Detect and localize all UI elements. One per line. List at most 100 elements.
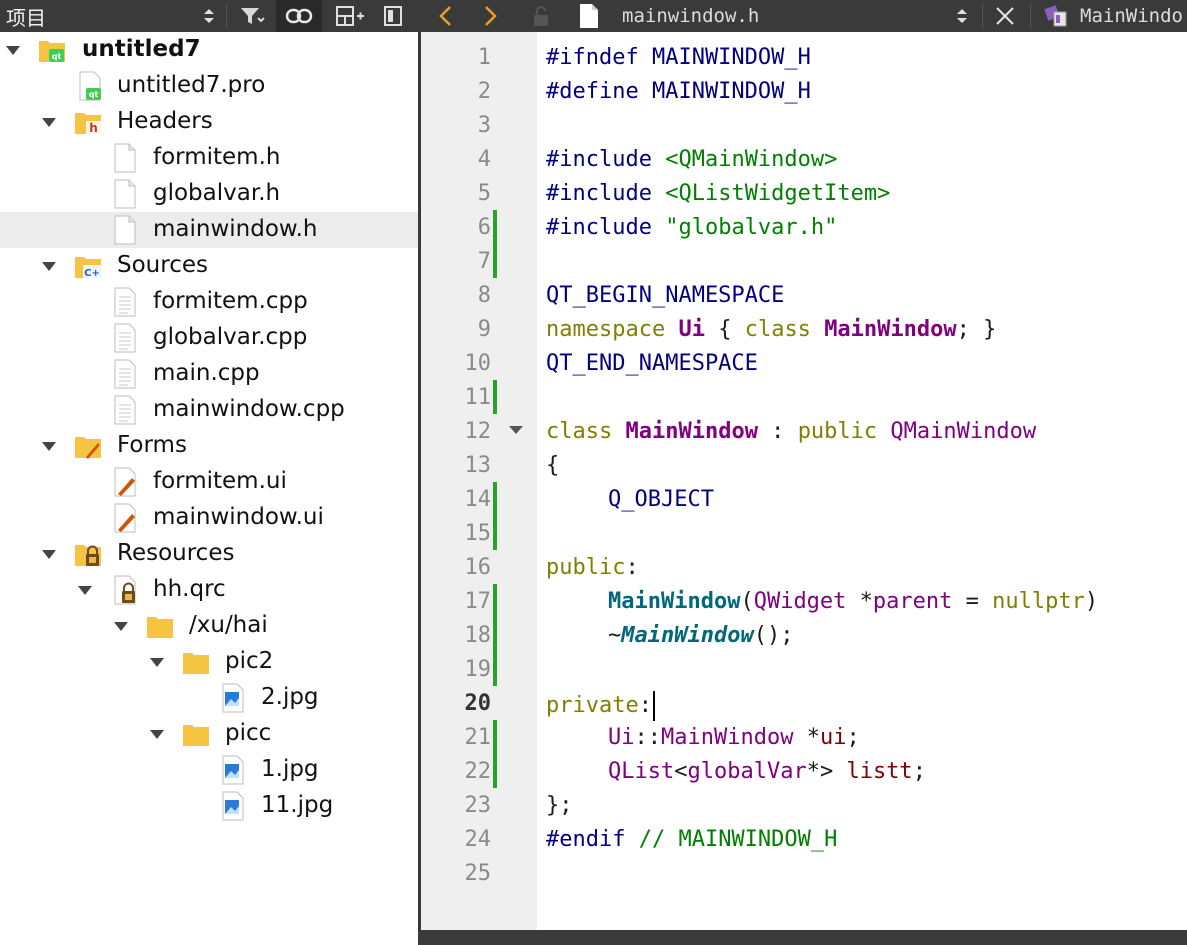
tree-item-pro-file[interactable]: qt untitled7.pro xyxy=(0,68,418,104)
line-number: 23 xyxy=(464,793,492,818)
tree-item-image-file[interactable]: 11.jpg xyxy=(0,788,418,824)
tree-item-prefix[interactable]: /xu/hai xyxy=(0,608,418,644)
change-marker xyxy=(493,584,497,618)
code-line: { xyxy=(546,453,560,478)
project-panel-toolbar: 项目 xyxy=(0,0,420,32)
line-number: 11 xyxy=(464,385,492,410)
line-number: 17 xyxy=(464,589,492,614)
line-number: 25 xyxy=(464,861,492,886)
line-number: 2 xyxy=(477,79,491,104)
tree-item-header-file[interactable]: formitem.h xyxy=(0,140,418,176)
forward-arrow-icon[interactable] xyxy=(476,0,506,32)
change-marker xyxy=(493,482,497,516)
expand-arrow-icon[interactable] xyxy=(42,118,56,127)
svg-text:C+: C+ xyxy=(84,268,100,279)
code-line: namespace Ui { class MainWindow; } xyxy=(546,317,997,342)
expand-arrow-icon[interactable] xyxy=(42,262,56,271)
expand-arrow-icon[interactable] xyxy=(78,586,92,595)
qrc-file-label: hh.qrc xyxy=(153,576,226,602)
line-number: 6 xyxy=(477,215,491,240)
header-file-label: mainwindow.h xyxy=(153,216,318,242)
code-line: Q_OBJECT xyxy=(608,487,714,512)
line-number: 14 xyxy=(464,487,492,512)
line-number: 13 xyxy=(464,453,492,478)
source-file-label: main.cpp xyxy=(153,360,260,386)
split-add-icon[interactable] xyxy=(330,0,370,32)
tree-item-header-file-selected[interactable]: mainwindow.h xyxy=(0,212,418,248)
source-file-label: globalvar.cpp xyxy=(153,324,308,350)
line-number: 8 xyxy=(477,283,491,308)
pro-file-label: untitled7.pro xyxy=(117,72,266,98)
tree-item-resources[interactable]: Resources xyxy=(0,536,418,572)
tree-item-image-file[interactable]: 2.jpg xyxy=(0,680,418,716)
fold-arrow-icon[interactable] xyxy=(509,426,523,434)
tree-item-form-file[interactable]: formitem.ui xyxy=(0,464,418,500)
expand-arrow-icon[interactable] xyxy=(42,550,56,559)
tree-item-source-file[interactable]: main.cpp xyxy=(0,356,418,392)
code-line: class MainWindow : public QMainWindow xyxy=(546,419,1037,444)
tree-item-folder[interactable]: pic2 xyxy=(0,644,418,680)
tree-item-folder[interactable]: picc xyxy=(0,716,418,752)
folder-icon xyxy=(183,653,209,674)
code-line: QT_END_NAMESPACE xyxy=(546,351,758,376)
class-symbol-icon xyxy=(1040,0,1072,32)
code-line: #include "globalvar.h" xyxy=(546,215,838,240)
tree-item-source-file[interactable]: formitem.cpp xyxy=(0,284,418,320)
file-selector-icon[interactable] xyxy=(950,0,974,32)
file-icon xyxy=(114,179,136,209)
panel-selector-icon[interactable] xyxy=(198,0,220,32)
document-icon xyxy=(576,0,602,32)
form-file-label: formitem.ui xyxy=(153,468,287,494)
code-line: QT_BEGIN_NAMESPACE xyxy=(546,283,785,308)
expand-arrow-icon[interactable] xyxy=(6,46,20,55)
code-line: public: xyxy=(546,555,639,580)
tree-item-sources[interactable]: C+ Sources xyxy=(0,248,418,284)
tree-item-headers[interactable]: h Headers xyxy=(0,104,418,140)
expand-arrow-icon[interactable] xyxy=(150,730,164,739)
change-marker xyxy=(493,210,497,244)
line-number: 4 xyxy=(477,147,491,172)
tree-item-source-file[interactable]: mainwindow.cpp xyxy=(0,392,418,428)
tree-item-header-file[interactable]: globalvar.h xyxy=(0,176,418,212)
link-icon[interactable] xyxy=(276,0,322,32)
close-sidebar-icon[interactable] xyxy=(378,0,408,32)
header-file-label: formitem.h xyxy=(153,144,281,170)
image-file-icon xyxy=(222,755,244,785)
forms-folder-icon xyxy=(75,437,101,459)
text-cursor xyxy=(652,691,655,721)
header-file-label: globalvar.h xyxy=(153,180,281,206)
code-line: QList<globalVar*> listt; xyxy=(608,759,926,784)
line-number: 19 xyxy=(464,657,492,682)
tree-item-form-file[interactable]: mainwindow.ui xyxy=(0,500,418,536)
code-line: Ui::MainWindow *ui; xyxy=(608,725,860,750)
filter-icon[interactable] xyxy=(234,0,270,32)
file-icon xyxy=(114,143,136,173)
code-line: #ifndef MAINWINDOW_H xyxy=(546,45,811,70)
change-marker xyxy=(493,244,497,278)
tree-item-forms[interactable]: Forms xyxy=(0,428,418,464)
line-number: 15 xyxy=(464,521,492,546)
source-file-icon xyxy=(114,359,136,389)
expand-arrow-icon[interactable] xyxy=(114,622,128,631)
line-number: 3 xyxy=(477,113,491,138)
tree-item-project[interactable]: qt untitled7 xyxy=(0,32,418,68)
ui-form-file-icon xyxy=(114,467,136,497)
image-file-label: 1.jpg xyxy=(261,756,319,782)
tree-item-source-file[interactable]: globalvar.cpp xyxy=(0,320,418,356)
folder-icon xyxy=(183,725,209,746)
symbol-selector[interactable]: MainWindo xyxy=(1080,0,1183,32)
tree-item-image-file[interactable]: 1.jpg xyxy=(0,752,418,788)
panel-title: 项目 xyxy=(6,5,46,30)
editor-status-bar xyxy=(421,930,1187,945)
file-icon xyxy=(114,215,136,245)
open-file-name[interactable]: mainwindow.h xyxy=(622,0,759,32)
code-line: #include <QMainWindow> xyxy=(546,147,838,172)
expand-arrow-icon[interactable] xyxy=(150,658,164,667)
tree-item-qrc-file[interactable]: hh.qrc xyxy=(0,572,418,608)
close-icon[interactable] xyxy=(990,0,1020,32)
lock-icon xyxy=(526,0,556,32)
expand-arrow-icon[interactable] xyxy=(42,442,56,451)
line-number: 7 xyxy=(477,249,491,274)
image-file-label: 2.jpg xyxy=(261,684,319,710)
back-arrow-icon[interactable] xyxy=(430,0,460,32)
